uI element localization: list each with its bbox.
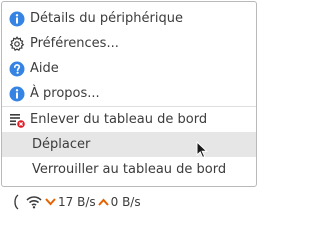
menu-item-label: Préférences... (30, 36, 119, 51)
upload-speed: 0 B/s (110, 194, 141, 209)
gear-icon (8, 35, 26, 53)
mouse-pointer-icon (196, 141, 208, 159)
menu-item-lock-to-panel[interactable]: Verrouiller au tableau de bord (2, 157, 256, 182)
menu-item-help[interactable]: Aide (2, 56, 256, 81)
menu-item-device-details[interactable]: Détails du périphérique (2, 6, 256, 31)
menu-item-move[interactable]: Déplacer (2, 132, 256, 157)
menu-item-preferences[interactable]: Préférences... (2, 31, 256, 56)
menu-item-label: Enlever du tableau de bord (30, 112, 208, 127)
panel-applet[interactable]: 17 B/s 0 B/s (0, 188, 259, 215)
info-icon (8, 85, 26, 103)
menu-item-label: Détails du périphérique (30, 11, 183, 26)
menu-item-about[interactable]: À propos... (2, 81, 256, 106)
help-icon (8, 60, 26, 78)
remove-from-panel-icon (8, 111, 26, 129)
context-menu: Détails du périphérique Préférences... A… (1, 1, 257, 187)
bluetooth-partial-icon (11, 193, 19, 211)
wifi-icon (26, 195, 42, 209)
download-speed: 17 B/s (58, 194, 96, 209)
menu-item-label: Verrouiller au tableau de bord (32, 162, 227, 177)
download-arrow-icon (45, 197, 56, 207)
menu-item-remove-from-panel[interactable]: Enlever du tableau de bord (2, 107, 256, 132)
menu-item-label: Déplacer (32, 137, 91, 152)
menu-item-label: À propos... (30, 86, 100, 101)
info-icon (8, 10, 26, 28)
upload-arrow-icon (97, 197, 109, 207)
menu-item-label: Aide (30, 61, 59, 76)
